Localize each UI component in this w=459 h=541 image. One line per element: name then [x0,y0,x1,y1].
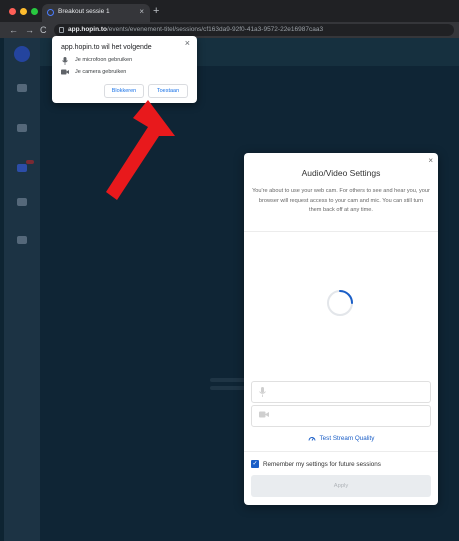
test-stream-label: Test Stream Quality [319,435,375,442]
apply-button[interactable]: Apply [251,475,431,497]
camera-select[interactable] [251,405,431,427]
arrow-shape [106,100,175,200]
microphone-select[interactable] [251,381,431,403]
test-stream-quality-link[interactable]: Test Stream Quality [244,435,438,442]
screen: Breakout sessie 1 × + ← → C app.hopin.to… [0,0,459,541]
remember-label: Remember my settings for future sessions [263,461,381,468]
loading-spinner-icon [327,290,353,316]
remember-checkbox[interactable]: ✓ [251,460,259,468]
remember-settings-row[interactable]: ✓ Remember my settings for future sessio… [251,460,431,470]
camera-icon [259,411,269,420]
modal-close-icon[interactable]: × [428,156,433,165]
gauge-icon [308,437,315,441]
modal-description: You're about to use your web cam. For ot… [252,188,430,213]
microphone-icon [259,387,266,399]
audio-video-settings-modal: × Audio/Video Settings You're about to u… [244,153,438,505]
divider [244,231,438,232]
divider [244,451,438,452]
modal-title: Audio/Video Settings [301,168,381,178]
